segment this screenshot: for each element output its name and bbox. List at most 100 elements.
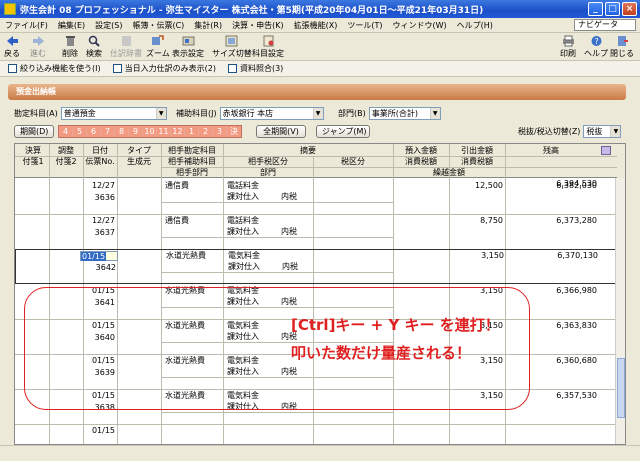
checkbox-box[interactable] — [227, 64, 237, 73]
menu-books[interactable]: 帳簿・伝票(C) — [127, 20, 189, 31]
forward-button[interactable]: 進む — [30, 35, 46, 59]
navigator-button[interactable]: ナビゲータ — [574, 19, 636, 31]
selected-row[interactable]: 01/15 3642 水道光熱費 電気料金 課対仕入 内税 3,150 6,37… — [15, 249, 617, 284]
row-tax[interactable]: 内税 — [281, 192, 297, 202]
date-edit-value[interactable]: 01/15 — [81, 252, 107, 261]
row-account[interactable]: 水道光熱費 — [166, 251, 206, 261]
month-tab[interactable]: 8 — [115, 125, 129, 137]
col-memo: 摘要 — [300, 146, 316, 155]
row-slip-no[interactable]: 3636 — [83, 193, 115, 203]
minimize-button[interactable]: _ — [588, 2, 603, 16]
row-account[interactable]: 通信費 — [165, 216, 189, 226]
journal-dictionary-button[interactable]: 仕訳辞書 — [110, 35, 142, 59]
month-tab[interactable]: 4 — [59, 125, 73, 137]
month-tab[interactable]: 11 — [157, 125, 171, 137]
print-button[interactable]: 印刷 — [560, 35, 576, 59]
menu-tools[interactable]: ツール(T) — [342, 20, 387, 31]
menu-reports[interactable]: 集計(R) — [189, 20, 227, 31]
checkbox-box[interactable] — [8, 64, 17, 73]
col-sticky2: 付箋2 — [55, 157, 77, 166]
menu-closing[interactable]: 決算・申告(K) — [227, 20, 289, 31]
row-date[interactable]: 01/15 — [83, 426, 115, 436]
menu-file[interactable]: ファイル(F) — [0, 20, 53, 31]
col-counter-sub: 相手補助科目 — [168, 157, 216, 166]
vertical-scrollbar[interactable] — [615, 178, 625, 444]
delete-button[interactable]: 削除 — [62, 35, 78, 59]
today-only-checkbox[interactable]: 当日入力仕訳のみ表示(2) — [112, 63, 216, 74]
maximize-button[interactable]: □ — [605, 2, 620, 16]
row-withdraw[interactable]: 8,750 — [449, 216, 503, 226]
account-select[interactable]: 普通預金 ▼ — [60, 106, 167, 120]
row-tax[interactable]: 内税 — [281, 227, 297, 237]
row-withdraw[interactable]: 3,150 — [450, 251, 504, 261]
chevron-down-icon[interactable]: ▼ — [155, 107, 166, 119]
callout-annotation: [Ctrl]キー + Y キー を連打！ 叩いた数だけ量産される！ — [24, 287, 530, 410]
search-button[interactable]: 検索 — [86, 35, 102, 59]
month-tab[interactable]: 9 — [129, 125, 143, 137]
row-date[interactable]: 12/27 — [83, 181, 115, 191]
month-tab[interactable]: 2 — [199, 125, 213, 137]
menu-settings[interactable]: 設定(S) — [90, 20, 127, 31]
close-button[interactable]: × — [622, 2, 637, 16]
row-memo[interactable]: 電話料金 — [227, 181, 259, 191]
month-tab[interactable]: 12 — [171, 125, 185, 137]
menu-bar: ファイル(F) 編集(E) 設定(S) 帳簿・伝票(C) 集計(R) 決算・申告… — [0, 18, 640, 33]
table-row[interactable]: 12/27 3636 通信費 電話料金 課対仕入 内税 12,500 6,382… — [15, 180, 617, 215]
title-bar[interactable]: 弥生会計 08 プロフェッショナル - 弥生マイスター 株式会社・第5期(平成2… — [0, 0, 640, 18]
month-tab[interactable]: 1 — [185, 125, 199, 137]
row-date[interactable]: 12/27 — [83, 216, 115, 226]
month-tab-closing[interactable]: 決 — [227, 125, 241, 137]
sub-account-select[interactable]: 赤坂銀行 本店 ▼ — [219, 106, 324, 120]
month-tab[interactable]: 5 — [73, 125, 87, 137]
col-closing: 決算 — [25, 146, 41, 155]
chevron-down-icon[interactable]: ▼ — [312, 107, 323, 119]
row-account[interactable]: 通信費 — [165, 181, 189, 191]
row-withdraw[interactable]: 12,500 — [449, 181, 503, 191]
period-row: 期間(D) 4 5 6 7 8 9 10 11 12 1 2 3 決 全期間(V… — [14, 124, 370, 138]
row-slip-no[interactable]: 3637 — [83, 228, 115, 238]
chevron-down-icon[interactable]: ▼ — [429, 107, 440, 119]
period-button[interactable]: 期間(D) — [14, 124, 54, 138]
tax-toggle-select[interactable]: 税抜 ▼ — [583, 124, 622, 138]
zoom-button[interactable]: ズーム — [146, 35, 170, 59]
menu-help[interactable]: ヘルプ(H) — [452, 20, 498, 31]
month-tab[interactable]: 6 — [87, 125, 101, 137]
month-tab[interactable]: 7 — [101, 125, 115, 137]
document-match-checkbox[interactable]: 資料照合(3) — [227, 63, 283, 74]
help-icon: ? — [591, 36, 601, 46]
table-row[interactable]: 12/27 3637 通信費 電話料金 課対仕入 内税 8,750 6,373,… — [15, 215, 617, 250]
checkbox-box[interactable] — [112, 64, 122, 73]
display-settings-button[interactable]: 表示設定 — [172, 35, 204, 59]
row-tax-counter[interactable]: 課対仕入 — [228, 262, 260, 272]
row-tax[interactable]: 内税 — [282, 262, 298, 272]
row-divider — [161, 202, 393, 203]
account-settings-button[interactable]: 科目設定 — [252, 35, 284, 59]
department-select[interactable]: 事業所(合計) ▼ — [368, 106, 441, 120]
row-tax-counter[interactable]: 課対仕入 — [227, 227, 259, 237]
month-tabs: 4 5 6 7 8 9 10 11 12 1 2 3 決 — [58, 124, 242, 138]
menu-window[interactable]: ウィンドウ(W) — [387, 20, 451, 31]
row-tax-counter[interactable]: 課対仕入 — [227, 192, 259, 202]
close-view-button[interactable]: 閉じる — [610, 35, 634, 59]
callout-line-1: [Ctrl]キー + Y キー を連打！ — [291, 316, 500, 334]
col-source: 生成元 — [127, 157, 151, 166]
help-button[interactable]: ? ヘルプ — [584, 35, 608, 59]
row-memo[interactable]: 電話料金 — [227, 216, 259, 226]
scrollbar-thumb[interactable] — [617, 358, 625, 418]
table-row[interactable]: 01/15 — [15, 425, 617, 444]
help-label: ヘルプ — [584, 49, 608, 58]
month-tab[interactable]: 3 — [213, 125, 227, 137]
jump-button[interactable]: ジャンプ(M) — [316, 124, 370, 138]
date-edit-field[interactable]: 01/15 — [80, 251, 118, 261]
column-settings-icon[interactable] — [601, 146, 611, 155]
menu-extensions[interactable]: 拡張機能(X) — [289, 20, 343, 31]
all-period-button[interactable]: 全期間(V) — [256, 124, 306, 138]
back-button[interactable]: 戻る — [4, 35, 20, 59]
chevron-down-icon[interactable]: ▼ — [610, 125, 621, 137]
month-tab[interactable]: 10 — [143, 125, 157, 137]
row-memo[interactable]: 電気料金 — [228, 251, 260, 261]
menu-edit[interactable]: 編集(E) — [53, 20, 90, 31]
size-toggle-button[interactable]: サイズ切替 — [212, 35, 252, 59]
row-slip-no[interactable]: 3642 — [84, 263, 116, 273]
filter-checkbox[interactable]: 絞り込み機能を使う(I) — [8, 63, 101, 74]
